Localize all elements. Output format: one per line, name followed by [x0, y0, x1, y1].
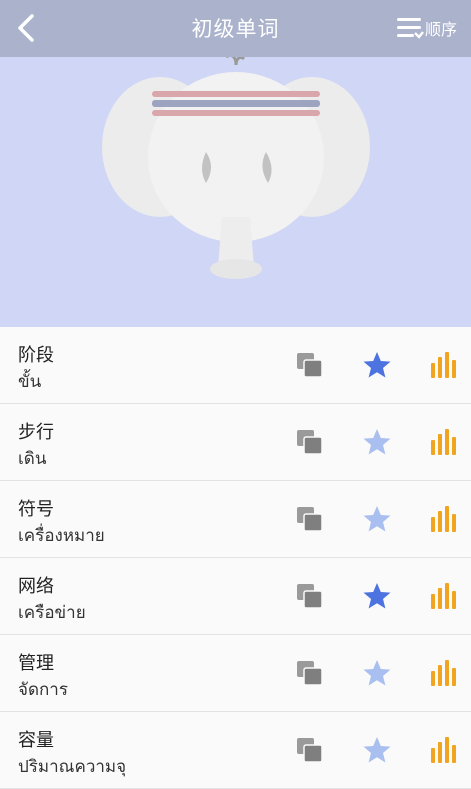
favorite-button[interactable] — [362, 505, 392, 533]
order-label: 顺序 — [424, 20, 457, 39]
copy-button[interactable] — [296, 429, 324, 455]
copy-icon — [297, 584, 323, 609]
word-row[interactable]: 容量 ปริมาณความจุ — [0, 712, 471, 789]
word-translation: เครื่องหมาย — [18, 526, 105, 546]
word-chinese: 阶段 — [18, 345, 54, 366]
bar-level-icon — [431, 660, 456, 686]
frequency-button[interactable] — [430, 505, 458, 533]
copy-button[interactable] — [296, 352, 324, 378]
top-nav-bar: 初级单词 顺序 — [0, 0, 471, 57]
word-translation: จัดการ — [18, 680, 68, 700]
frequency-button[interactable] — [430, 582, 458, 610]
copy-icon — [297, 738, 323, 763]
word-row[interactable]: 网络 เครือข่าย — [0, 558, 471, 635]
frequency-button[interactable] — [430, 351, 458, 379]
word-row[interactable]: 阶段 ขั้น — [0, 327, 471, 404]
sort-icon — [396, 18, 424, 39]
word-translation: ปริมาณความจุ — [18, 757, 127, 777]
copy-button[interactable] — [296, 660, 324, 686]
frequency-button[interactable] — [430, 736, 458, 764]
favorite-button[interactable] — [362, 736, 392, 764]
bar-level-icon — [431, 352, 456, 378]
bar-level-icon — [431, 506, 456, 532]
star-icon — [363, 737, 391, 763]
favorite-button[interactable] — [362, 582, 392, 610]
copy-button[interactable] — [296, 506, 324, 532]
bar-level-icon — [431, 737, 456, 763]
copy-button[interactable] — [296, 737, 324, 763]
favorite-button[interactable] — [362, 659, 392, 687]
word-row[interactable]: 管理 จัดการ — [0, 635, 471, 712]
bar-level-icon — [431, 429, 456, 455]
copy-icon — [297, 507, 323, 532]
frequency-button[interactable] — [430, 428, 458, 456]
copy-button[interactable] — [296, 583, 324, 609]
star-icon — [363, 583, 391, 609]
word-chinese: 网络 — [18, 576, 54, 597]
word-translation: ขั้น — [18, 372, 42, 392]
word-row[interactable]: 步行 เดิน — [0, 404, 471, 481]
copy-icon — [297, 353, 323, 378]
bar-level-icon — [431, 583, 456, 609]
word-chinese: 容量 — [18, 730, 54, 751]
copy-icon — [297, 661, 323, 686]
frequency-button[interactable] — [430, 659, 458, 687]
word-chinese: 步行 — [18, 422, 54, 443]
star-icon — [363, 660, 391, 686]
order-button[interactable]: 顺序 — [396, 14, 457, 42]
word-translation: เดิน — [18, 449, 47, 469]
word-chinese: 符号 — [18, 499, 54, 520]
word-list: 阶段 ขั้น 步行 เดิน 符号 เครื่องหมาย 网络 เครือข… — [0, 327, 471, 789]
star-icon — [363, 352, 391, 378]
star-icon — [363, 429, 391, 455]
star-icon — [363, 506, 391, 532]
favorite-button[interactable] — [362, 351, 392, 379]
hero-banner — [0, 53, 471, 327]
word-translation: เครือข่าย — [18, 603, 86, 623]
word-chinese: 管理 — [18, 653, 54, 674]
copy-icon — [297, 430, 323, 455]
word-row[interactable]: 符号 เครื่องหมาย — [0, 481, 471, 558]
elephant-mascot-illustration — [102, 53, 370, 279]
favorite-button[interactable] — [362, 428, 392, 456]
